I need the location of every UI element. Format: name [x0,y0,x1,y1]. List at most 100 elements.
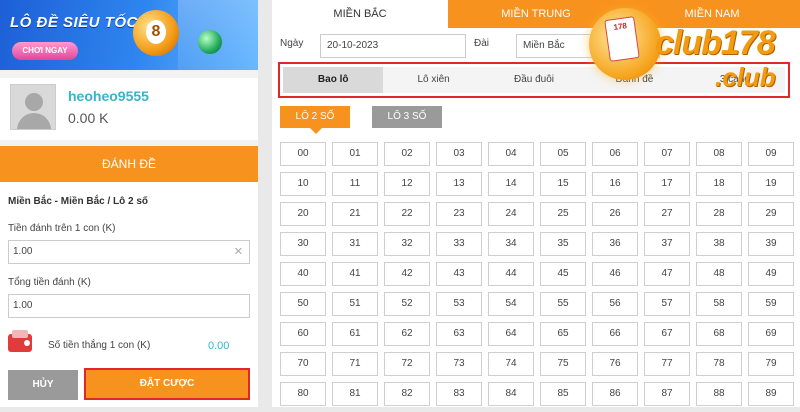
number-cell[interactable]: 73 [436,352,482,376]
number-cell[interactable]: 07 [644,142,690,166]
cancel-button[interactable]: HỦY [8,370,78,400]
number-cell[interactable]: 10 [280,172,326,196]
number-cell[interactable]: 47 [644,262,690,286]
number-cell[interactable]: 12 [384,172,430,196]
play-now-button[interactable]: CHƠI NGAY [12,42,78,60]
number-cell[interactable]: 69 [748,322,794,346]
tab-lo-xien[interactable]: Lô xiên [383,67,483,93]
number-cell[interactable]: 55 [540,292,586,316]
number-cell[interactable]: 32 [384,232,430,256]
number-cell[interactable]: 52 [384,292,430,316]
number-cell[interactable]: 21 [332,202,378,226]
number-cell[interactable]: 39 [748,232,794,256]
number-cell[interactable]: 44 [488,262,534,286]
number-cell[interactable]: 54 [488,292,534,316]
number-cell[interactable]: 76 [592,352,638,376]
tab-dau-duoi[interactable]: Đầu đuôi [484,67,584,93]
number-cell[interactable]: 63 [436,322,482,346]
number-cell[interactable]: 84 [488,382,534,406]
number-cell[interactable]: 04 [488,142,534,166]
number-cell[interactable]: 29 [748,202,794,226]
number-cell[interactable]: 72 [384,352,430,376]
number-cell[interactable]: 79 [748,352,794,376]
number-cell[interactable]: 24 [488,202,534,226]
number-cell[interactable]: 33 [436,232,482,256]
stake-input[interactable]: 1.00 ✕ [8,240,250,264]
place-bet-button[interactable]: ĐẶT CƯỢC [84,368,250,400]
number-cell[interactable]: 31 [332,232,378,256]
tab-lo-3-so[interactable]: LÔ 3 SỐ [372,106,442,128]
number-cell[interactable]: 27 [644,202,690,226]
number-cell[interactable]: 15 [540,172,586,196]
number-cell[interactable]: 22 [384,202,430,226]
number-cell[interactable]: 48 [696,262,742,286]
number-cell[interactable]: 60 [280,322,326,346]
number-cell[interactable]: 00 [280,142,326,166]
number-cell[interactable]: 71 [332,352,378,376]
number-cell[interactable]: 03 [436,142,482,166]
number-cell[interactable]: 64 [488,322,534,346]
number-cell[interactable]: 02 [384,142,430,166]
tab-mien-bac[interactable]: MIỀN BẮC [272,0,448,28]
number-cell[interactable]: 85 [540,382,586,406]
number-cell[interactable]: 59 [748,292,794,316]
number-cell[interactable]: 51 [332,292,378,316]
number-cell[interactable]: 18 [696,172,742,196]
number-cell[interactable]: 08 [696,142,742,166]
number-cell[interactable]: 61 [332,322,378,346]
promo-banner[interactable]: LÔ ĐỀ SIÊU TỐC CHƠI NGAY 8 [0,0,258,70]
number-cell[interactable]: 19 [748,172,794,196]
number-cell[interactable]: 16 [592,172,638,196]
number-cell[interactable]: 65 [540,322,586,346]
number-cell[interactable]: 86 [592,382,638,406]
number-cell[interactable]: 82 [384,382,430,406]
tab-lo-2-so[interactable]: LÔ 2 SỐ [280,106,350,134]
number-cell[interactable]: 36 [592,232,638,256]
number-cell[interactable]: 83 [436,382,482,406]
number-cell[interactable]: 50 [280,292,326,316]
number-cell[interactable]: 40 [280,262,326,286]
number-cell[interactable]: 66 [592,322,638,346]
number-cell[interactable]: 77 [644,352,690,376]
number-cell[interactable]: 49 [748,262,794,286]
number-cell[interactable]: 67 [644,322,690,346]
number-cell[interactable]: 53 [436,292,482,316]
clear-icon[interactable]: ✕ [234,241,243,263]
number-cell[interactable]: 17 [644,172,690,196]
number-cell[interactable]: 62 [384,322,430,346]
number-cell[interactable]: 87 [644,382,690,406]
number-cell[interactable]: 05 [540,142,586,166]
number-cell[interactable]: 34 [488,232,534,256]
number-cell[interactable]: 75 [540,352,586,376]
number-cell[interactable]: 23 [436,202,482,226]
number-cell[interactable]: 20 [280,202,326,226]
total-input[interactable]: 1.00 [8,294,250,318]
number-cell[interactable]: 68 [696,322,742,346]
number-cell[interactable]: 57 [644,292,690,316]
number-cell[interactable]: 41 [332,262,378,286]
number-cell[interactable]: 37 [644,232,690,256]
number-cell[interactable]: 28 [696,202,742,226]
number-cell[interactable]: 13 [436,172,482,196]
number-cell[interactable]: 88 [696,382,742,406]
tab-bao-lo[interactable]: Bao lô [283,67,384,93]
number-cell[interactable]: 11 [332,172,378,196]
number-cell[interactable]: 30 [280,232,326,256]
number-cell[interactable]: 06 [592,142,638,166]
number-cell[interactable]: 74 [488,352,534,376]
number-cell[interactable]: 56 [592,292,638,316]
number-cell[interactable]: 01 [332,142,378,166]
number-cell[interactable]: 09 [748,142,794,166]
number-cell[interactable]: 89 [748,382,794,406]
number-cell[interactable]: 43 [436,262,482,286]
number-cell[interactable]: 42 [384,262,430,286]
number-cell[interactable]: 45 [540,262,586,286]
number-cell[interactable]: 70 [280,352,326,376]
number-cell[interactable]: 80 [280,382,326,406]
number-cell[interactable]: 81 [332,382,378,406]
number-cell[interactable]: 14 [488,172,534,196]
number-cell[interactable]: 35 [540,232,586,256]
number-cell[interactable]: 78 [696,352,742,376]
number-cell[interactable]: 26 [592,202,638,226]
number-cell[interactable]: 58 [696,292,742,316]
